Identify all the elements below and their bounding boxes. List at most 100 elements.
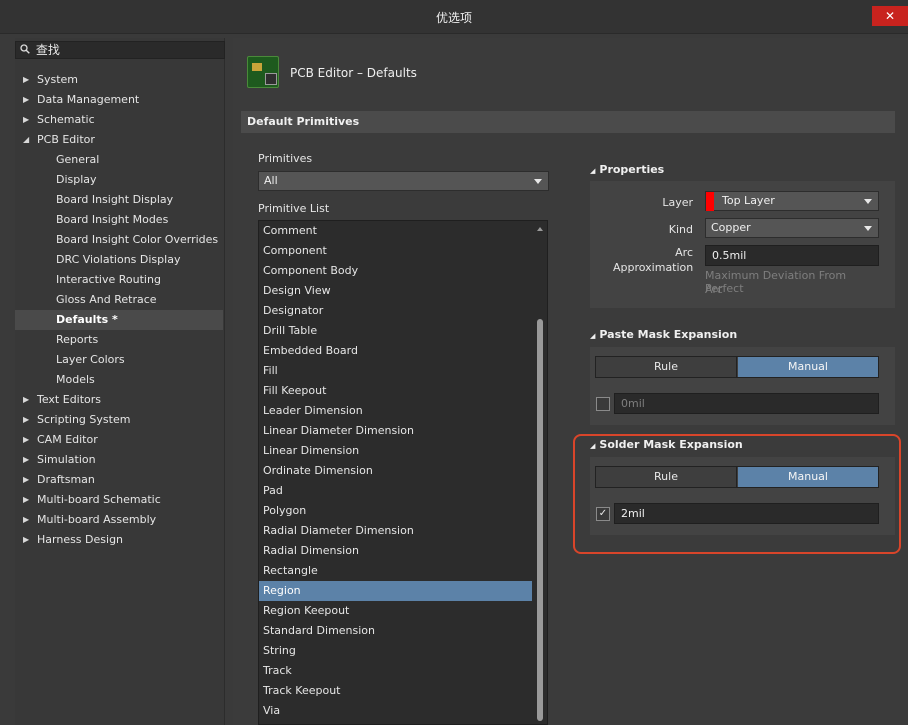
tree-item-label: Interactive Routing — [56, 273, 161, 286]
tree-item-label: Defaults * — [56, 313, 118, 326]
tree-item-label: Multi-board Assembly — [37, 513, 157, 526]
page-title: PCB Editor – Defaults — [290, 66, 417, 80]
tree-item[interactable]: ▶ Text Editors — [15, 390, 225, 410]
list-item[interactable]: Fill — [259, 361, 532, 381]
arc-hint-line2: Arc — [705, 283, 723, 296]
list-item[interactable]: Pad — [259, 481, 532, 501]
collapsed-triangle-icon[interactable]: ▶ — [23, 470, 29, 490]
scroll-up-arrow-icon[interactable] — [537, 227, 543, 231]
list-item[interactable]: Ordinate Dimension — [259, 461, 532, 481]
list-item[interactable]: Track — [259, 661, 532, 681]
list-item[interactable]: Component — [259, 241, 532, 261]
tree-item[interactable]: ▶ Draftsman — [15, 470, 225, 490]
list-item[interactable]: Designator — [259, 301, 532, 321]
tree-item[interactable]: ▶ Schematic — [15, 110, 225, 130]
tree-item-label: Data Management — [37, 93, 140, 106]
tree-item[interactable]: ▶ CAM Editor — [15, 430, 225, 450]
tree-item-label: Scripting System — [37, 413, 131, 426]
list-item[interactable]: Standard Dimension — [259, 621, 532, 641]
chevron-down-icon — [864, 199, 872, 204]
list-item[interactable]: Fill Keepout — [259, 381, 532, 401]
highlight-annotation-box — [573, 434, 901, 554]
list-item[interactable]: Radial Diameter Dimension — [259, 521, 532, 541]
tree-item[interactable]: Board Insight Display — [15, 190, 225, 210]
tree-item[interactable]: Board Insight Color Overrides — [15, 230, 225, 250]
tree-item[interactable]: Display — [15, 170, 225, 190]
tree-item[interactable]: Reports — [15, 330, 225, 350]
list-item[interactable]: Design View — [259, 281, 532, 301]
arc-label-line1: Arc — [675, 246, 693, 259]
tree-item[interactable]: ▶ Simulation — [15, 450, 225, 470]
collapsed-triangle-icon[interactable]: ▶ — [23, 510, 29, 530]
primitives-dropdown[interactable]: All — [258, 171, 549, 191]
tree-item[interactable]: Interactive Routing — [15, 270, 225, 290]
paste-mask-group-title[interactable]: ◢ Paste Mask Expansion — [590, 328, 737, 341]
primitive-list[interactable]: Comment Component Component Body Design Vie… — [258, 220, 548, 725]
list-scrollbar[interactable] — [535, 221, 545, 724]
list-item[interactable]: Component Body — [259, 261, 532, 281]
collapsed-triangle-icon[interactable]: ▶ — [23, 450, 29, 470]
properties-group-title[interactable]: ◢ Properties — [590, 163, 664, 176]
preferences-tree-panel: 查找 ▶ System ▶ Data Management ▶ Schematic ◢ PCB… — [15, 38, 225, 725]
list-item[interactable]: Embedded Board — [259, 341, 532, 361]
tree-item[interactable]: ▶ Multi-board Schematic — [15, 490, 225, 510]
collapsed-triangle-icon[interactable]: ▶ — [23, 430, 29, 450]
tree-item[interactable]: DRC Violations Display — [15, 250, 225, 270]
collapsed-triangle-icon[interactable]: ▶ — [23, 410, 29, 430]
tree-item[interactable]: ◢ PCB Editor — [15, 130, 225, 150]
list-item[interactable]: String — [259, 641, 532, 661]
tree-item[interactable]: Models — [15, 370, 225, 390]
list-item[interactable]: Radial Dimension — [259, 541, 532, 561]
list-item[interactable]: Via — [259, 701, 532, 721]
list-item[interactable]: Polygon — [259, 501, 532, 521]
chevron-down-icon — [864, 226, 872, 231]
tree-item[interactable]: ▶ Data Management — [15, 90, 225, 110]
tree-item[interactable]: ▶ Harness Design — [15, 530, 225, 550]
tree-item[interactable]: Layer Colors — [15, 350, 225, 370]
tree-item[interactable]: ▶ System — [15, 70, 225, 90]
kind-dropdown[interactable]: Copper — [705, 218, 879, 238]
tree-item-label: PCB Editor — [37, 133, 95, 146]
paste-mask-rule-button[interactable]: Rule — [596, 357, 737, 377]
tree-item-label: Harness Design — [37, 533, 124, 546]
collapsed-triangle-icon[interactable]: ▶ — [23, 70, 29, 90]
scrollbar-thumb[interactable] — [537, 319, 543, 721]
collapsed-triangle-icon[interactable]: ▶ — [23, 390, 29, 410]
list-item[interactable]: Rectangle — [259, 561, 532, 581]
tree-item-label: Display — [56, 173, 97, 186]
list-item[interactable]: Comment — [259, 221, 532, 241]
tree-item[interactable]: ▶ Scripting System — [15, 410, 225, 430]
arc-approximation-input[interactable]: 0.5mil — [705, 245, 879, 266]
list-item[interactable]: Region — [259, 581, 532, 601]
tree-item[interactable]: ▶ Multi-board Assembly — [15, 510, 225, 530]
close-button[interactable]: ✕ — [872, 6, 908, 26]
search-input[interactable]: 查找 — [15, 41, 225, 59]
list-item[interactable]: Linear Diameter Dimension — [259, 421, 532, 441]
list-item[interactable]: Leader Dimension — [259, 401, 532, 421]
tree-item-label: Layer Colors — [56, 353, 125, 366]
collapsed-triangle-icon[interactable]: ▶ — [23, 530, 29, 550]
paste-mask-value-input[interactable]: 0mil — [614, 393, 879, 414]
expanded-triangle-icon[interactable]: ◢ — [23, 130, 29, 150]
paste-mask-checkbox[interactable] — [596, 397, 610, 411]
layer-dropdown[interactable]: Top Layer — [705, 191, 879, 211]
list-item[interactable]: Linear Dimension — [259, 441, 532, 461]
tree-item-label: System — [37, 73, 79, 86]
list-item[interactable]: Drill Table — [259, 321, 532, 341]
tree-item[interactable]: Gloss And Retrace — [15, 290, 225, 310]
collapsed-triangle-icon[interactable]: ▶ — [23, 490, 29, 510]
tree-item[interactable]: General — [15, 150, 225, 170]
tree-item[interactable]: Defaults * — [15, 310, 223, 330]
tree-item[interactable]: Board Insight Modes — [15, 210, 225, 230]
tree-item-label: DRC Violations Display — [56, 253, 181, 266]
tree-item-label: Board Insight Color Overrides — [56, 233, 219, 246]
tree-item-label: Schematic — [37, 113, 95, 126]
list-item[interactable]: Track Keepout — [259, 681, 532, 701]
collapsed-triangle-icon[interactable]: ▶ — [23, 90, 29, 110]
primitive-list-label: Primitive List — [258, 202, 330, 215]
tree-item-label: Multi-board Schematic — [37, 493, 161, 506]
kind-label: Kind — [668, 223, 693, 236]
collapsed-triangle-icon[interactable]: ▶ — [23, 110, 29, 130]
paste-mask-manual-button[interactable]: Manual — [738, 357, 878, 377]
list-item[interactable]: Region Keepout — [259, 601, 532, 621]
